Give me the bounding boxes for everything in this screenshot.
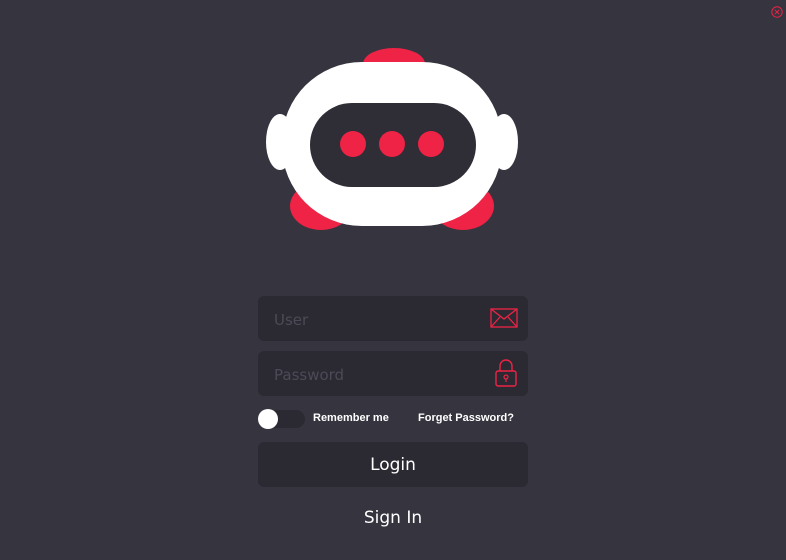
envelope-icon [490,308,518,332]
remember-me-toggle[interactable] [258,409,305,429]
user-input[interactable] [272,296,486,343]
lock-icon [495,359,517,391]
user-field-container [258,296,528,343]
options-row: Remember me Forget Password? [258,408,528,430]
close-button[interactable] [771,3,783,18]
sign-in-link[interactable]: Sign In [258,505,528,531]
remember-me-label: Remember me [313,412,389,424]
password-input[interactable] [272,351,486,398]
password-field-container [258,351,528,398]
login-button[interactable]: Login [258,442,528,487]
forgot-password-link[interactable]: Forget Password? [418,412,514,424]
robot-logo [266,48,520,234]
close-circle-icon [771,6,783,18]
robot-icon [266,48,518,230]
toggle-knob [258,409,278,429]
